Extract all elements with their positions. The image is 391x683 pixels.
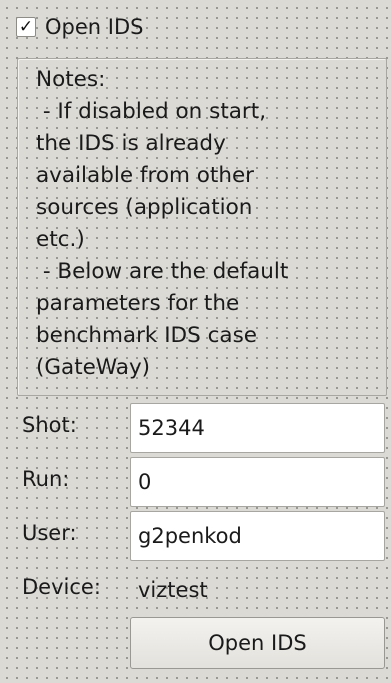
user-label: User: (22, 521, 77, 545)
notes-text: Notes: - If disabled on start, the IDS i… (36, 67, 289, 380)
checkbox-check-icon[interactable]: ✓ (16, 17, 36, 37)
shot-label: Shot: (22, 413, 77, 437)
open-ids-button[interactable]: Open IDS (130, 617, 385, 669)
device-label: Device: (22, 575, 101, 599)
shot-input[interactable] (130, 403, 385, 453)
open-ids-checkbox[interactable]: ✓ Open IDS (16, 12, 316, 42)
run-input[interactable] (130, 457, 385, 507)
device-input[interactable] (130, 565, 385, 615)
open-ids-checkbox-label: Open IDS (45, 14, 144, 39)
user-input[interactable] (130, 511, 385, 561)
run-label: Run: (22, 467, 70, 491)
